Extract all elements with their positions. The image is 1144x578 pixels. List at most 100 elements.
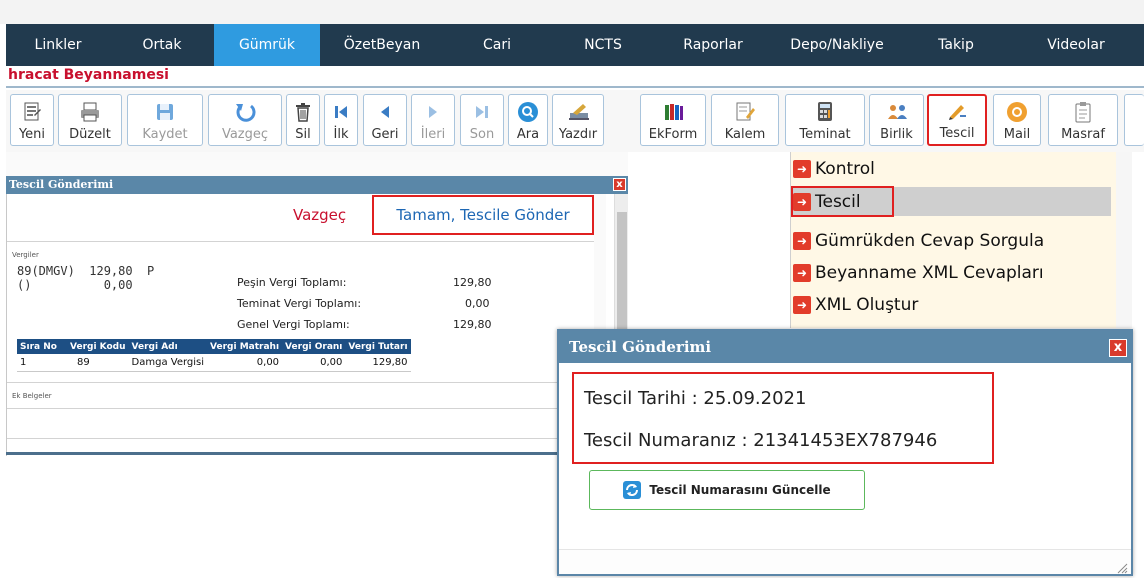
menu-item-kontrol[interactable]: ➜ Kontrol xyxy=(793,154,1111,183)
ekform-button[interactable]: EkForm xyxy=(640,94,706,146)
col-vergi-orani[interactable]: Vergi Oranı xyxy=(282,339,346,354)
divider xyxy=(7,241,594,242)
menu-item-label: Beyanname XML Cevapları xyxy=(815,262,1044,283)
cancel-send-button[interactable]: Vazgeç xyxy=(287,196,353,234)
resize-grip-icon[interactable] xyxy=(1116,559,1128,574)
arrow-right-icon: ➜ xyxy=(793,159,811,178)
arrow-right-icon: ➜ xyxy=(793,263,811,282)
mail-button[interactable]: Mail xyxy=(993,94,1041,146)
calculator-icon xyxy=(814,101,836,123)
arrow-right-icon: ➜ xyxy=(793,231,811,250)
dropdown-scrollbar[interactable] xyxy=(1116,152,1132,328)
menu-item-query-response[interactable]: ➜ Gümrükden Cevap Sorgula xyxy=(793,226,1111,255)
col-vergi-adi[interactable]: Vergi Adı xyxy=(128,339,208,354)
register-info-box: Tescil Tarihi : 25.09.2021 Tescil Numara… xyxy=(572,372,994,464)
nav-item-ncts[interactable]: NCTS xyxy=(550,24,656,66)
previous-button[interactable]: Geri xyxy=(363,94,407,146)
tax-code-line: 89(DMGV) 129,80 P xyxy=(17,264,155,278)
pen-icon xyxy=(946,100,968,122)
document-pencil-icon xyxy=(734,101,756,123)
nav-item-depo-nakliye[interactable]: Depo/Nakliye xyxy=(770,24,904,66)
refresh-icon xyxy=(623,481,642,499)
guarantee-button[interactable]: Teminat xyxy=(785,94,865,146)
table-row[interactable]: 1 89 Damga Vergisi 0,00 0,00 129,80 xyxy=(17,354,411,372)
register-window-left: Tescil Gönderimi x Vazgeç Tamam, Tescile… xyxy=(6,152,628,456)
edit-button[interactable]: Düzelt xyxy=(58,94,122,146)
next-arrow-icon xyxy=(422,101,444,123)
register-result-dialog: Tescil Gönderimi x Tescil Tarihi : 25.09… xyxy=(557,329,1133,576)
expense-button[interactable]: Masraf xyxy=(1048,94,1118,146)
print-brush-icon xyxy=(567,101,589,123)
app-root: Linkler Ortak Gümrük ÖzetBeyan Cari NCTS Rapor… xyxy=(0,0,1144,578)
menu-item-xml-responses[interactable]: ➜ Beyanname XML Cevapları xyxy=(793,258,1111,287)
arrow-right-icon: ➜ xyxy=(793,192,811,211)
delete-label: Sil xyxy=(295,127,311,142)
nav-item-takip[interactable]: Takip xyxy=(904,24,1008,66)
print-button[interactable]: Yazdır xyxy=(552,94,604,146)
update-number-button[interactable]: Tescil Numarasını Güncelle xyxy=(589,470,865,510)
cancel-button[interactable]: Vazgeç xyxy=(208,94,282,146)
nav-item-cari[interactable]: Cari xyxy=(444,24,550,66)
previous-label: Geri xyxy=(371,127,399,142)
tax-table: Sıra No Vergi Kodu Vergi Adı Vergi Matra… xyxy=(17,339,411,372)
cell-sira-no: 1 xyxy=(17,354,67,372)
attachments-section-heading: Ek Belgeler xyxy=(12,392,52,400)
left-window-body: Vazgeç Tamam, Tescile Gönder Vergiler 89… xyxy=(6,194,614,456)
nav-item-videolar[interactable]: Videolar xyxy=(1008,24,1144,66)
last-label: Son xyxy=(469,127,495,142)
col-vergi-matrahi[interactable]: Vergi Matrahı xyxy=(207,339,283,354)
nav-item-raporlar[interactable]: Raporlar xyxy=(656,24,770,66)
printer-edit-icon xyxy=(79,101,101,123)
confirm-send-button[interactable]: Tamam, Tescile Gönder xyxy=(372,195,594,235)
ekform-label: EkForm xyxy=(648,127,698,142)
first-button[interactable]: İlk xyxy=(324,94,358,146)
total-label-cash: Peşin Vergi Toplamı: xyxy=(237,276,347,289)
taxes-section-heading: Vergiler xyxy=(12,251,39,259)
new-button[interactable]: Yeni xyxy=(10,94,54,146)
menu-item-label: Kontrol xyxy=(815,158,875,179)
divider xyxy=(7,382,594,383)
total-value-cash: 129,80 xyxy=(453,276,492,289)
main-nav: Linkler Ortak Gümrük ÖzetBeyan Cari NCTS Rapor… xyxy=(6,24,1144,66)
save-button[interactable]: Kaydet xyxy=(127,94,203,146)
cancel-label: Vazgeç xyxy=(221,127,269,142)
nav-item-özetbeyan[interactable]: ÖzetBeyan xyxy=(320,24,444,66)
item-button[interactable]: Kalem xyxy=(711,94,779,146)
expense-label: Masraf xyxy=(1061,127,1105,142)
toolbar: Yeni Düzelt Kaydet Vazgeç Sil İlk Geri İ… xyxy=(6,90,1144,152)
register-button[interactable]: Tescil xyxy=(927,94,987,146)
col-vergi-tutari[interactable]: Vergi Tutarı xyxy=(345,339,411,354)
cell-vergi-adi: Damga Vergisi xyxy=(128,354,208,372)
total-value-general: 129,80 xyxy=(453,318,492,331)
col-vergi-kodu[interactable]: Vergi Kodu xyxy=(67,339,129,354)
menu-item-create-xml[interactable]: ➜ XML Oluştur xyxy=(793,290,1111,319)
dialog-close-button[interactable]: x xyxy=(1109,339,1127,357)
save-disk-icon xyxy=(154,101,176,123)
search-button[interactable]: Ara xyxy=(508,94,548,146)
toolbar-overflow-button[interactable] xyxy=(1124,94,1144,146)
dialog-title: Tescil Gönderimi xyxy=(559,331,1131,363)
union-button[interactable]: Birlik xyxy=(869,94,924,146)
window-top-strip xyxy=(0,0,1144,24)
nav-item-gümrük[interactable]: Gümrük xyxy=(214,24,320,66)
left-window-close-button[interactable]: x xyxy=(613,178,626,191)
item-label: Kalem xyxy=(724,127,766,142)
new-label: Yeni xyxy=(18,127,46,142)
books-icon xyxy=(662,101,684,123)
first-label: İlk xyxy=(333,127,349,142)
nav-item-linkler[interactable]: Linkler xyxy=(6,24,110,66)
page-title: hracat Beyannamesi xyxy=(8,67,169,83)
menu-item-tescil[interactable]: ➜ Tescil xyxy=(793,187,1111,216)
nav-item-ortak[interactable]: Ortak xyxy=(110,24,214,66)
total-label-general: Genel Vergi Toplamı: xyxy=(237,318,350,331)
register-number-text: Tescil Numaranız : 21341453EX787946 xyxy=(584,430,938,451)
col-sira-no[interactable]: Sıra No xyxy=(17,339,67,354)
delete-button[interactable]: Sil xyxy=(286,94,320,146)
next-label: İleri xyxy=(420,127,446,142)
menu-item-label: Gümrükden Cevap Sorgula xyxy=(815,230,1045,251)
undo-icon xyxy=(234,101,256,123)
last-record-icon xyxy=(471,101,493,123)
users-group-icon xyxy=(886,101,908,123)
last-button[interactable]: Son xyxy=(460,94,504,146)
next-button[interactable]: İleri xyxy=(411,94,455,146)
